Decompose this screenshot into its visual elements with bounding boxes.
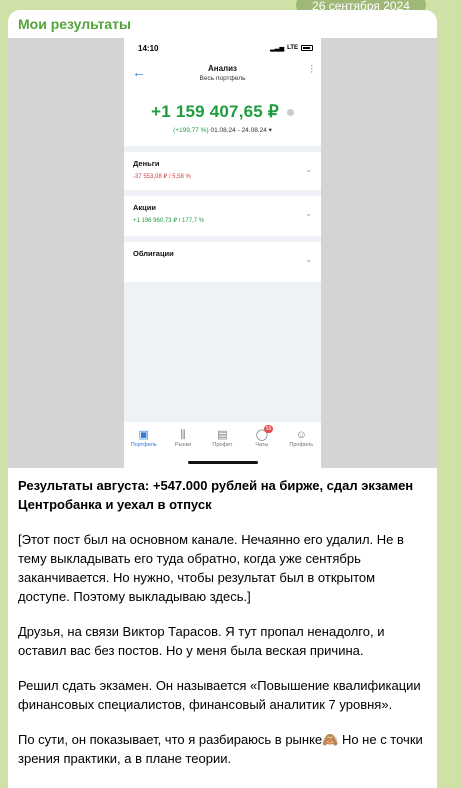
period-selector[interactable]: 01.08.24 - 24.08.24 ▾ <box>210 127 271 134</box>
post-paragraph: [Этот пост был на основном канале. Нечая… <box>18 532 404 604</box>
chevron-down-icon: ⌄ <box>305 165 312 174</box>
chevron-down-icon: ⌄ <box>305 209 312 218</box>
profile-icon: ☺ <box>295 429 307 441</box>
status-time: 14:10 <box>138 43 159 53</box>
phone-screen: 14:10 ▂▃▅ LTE ← Анализ Весь портфель ⫶ +… <box>124 38 321 468</box>
message-card: Мои результаты 14:10 ▂▃▅ LTE ← Анализ Ве… <box>8 10 437 788</box>
signal-icon: ▂▃▅ <box>270 45 285 52</box>
post-paragraph: По сути, он показывает, что я разбираюсь… <box>18 732 423 766</box>
candlestick-icon: ⫼ <box>180 429 186 441</box>
tab-portfolio[interactable]: ▣ Портфель <box>126 428 162 468</box>
total-value: +1 159 407,65 ₽ <box>151 102 279 121</box>
row-bonds[interactable]: Облигации ⌄ <box>124 242 321 282</box>
row-title: Деньги <box>133 159 160 168</box>
chat-icon: ◯ <box>255 429 269 441</box>
home-indicator <box>188 461 258 464</box>
filter-icon[interactable]: ⫶ <box>310 64 313 77</box>
row-value: +1 196 960,73 ₽ / 177,7 % <box>133 218 205 224</box>
back-arrow-icon[interactable]: ← <box>132 64 146 80</box>
row-money[interactable]: Деньги -37 553,08 ₽ / 5,58 % ⌄ <box>124 152 321 190</box>
battery-icon <box>301 45 313 51</box>
tab-bar: ▣ Портфель ⫼ Рынки ▤ Профит ◯ 55 Чаты ☺ … <box>124 422 321 468</box>
portfolio-total: +1 159 407,65 ₽ (+199,77 %) 01.08.24 - 2… <box>124 90 321 146</box>
total-percent: (+199,77 %) <box>173 127 209 134</box>
network-label: LTE <box>287 45 298 51</box>
chevron-down-icon: ⌄ <box>305 255 312 264</box>
nav-subtitle: Весь портфель <box>199 75 246 82</box>
row-title: Облигации <box>133 249 174 258</box>
post-paragraph: Решил сдать экзамен. Он называется «Повы… <box>18 678 421 712</box>
row-value: -37 553,08 ₽ / 5,58 % <box>133 174 191 180</box>
channel-name[interactable]: Мои результаты <box>18 16 131 32</box>
briefcase-icon: ▣ <box>138 429 149 441</box>
screenshot-media[interactable]: 14:10 ▂▃▅ LTE ← Анализ Весь портфель ⫶ +… <box>8 38 437 468</box>
nav-title: Анализ <box>207 64 238 73</box>
post-text: Результаты августа: +547.000 рублей на б… <box>18 476 428 784</box>
app-nav-bar: ← Анализ Весь портфель ⫶ <box>124 58 321 90</box>
tab-profile[interactable]: ☺ Профиль <box>283 428 319 468</box>
profit-icon: ▤ <box>217 429 228 441</box>
info-icon[interactable] <box>286 109 294 117</box>
status-bar: 14:10 ▂▃▅ LTE <box>124 38 321 58</box>
row-title: Акции <box>133 203 157 212</box>
post-paragraph: Друзья, на связи Виктор Тарасов. Я тут п… <box>18 624 385 658</box>
post-headline: Результаты августа: +547.000 рублей на б… <box>18 478 414 512</box>
row-stocks[interactable]: Акции +1 196 960,73 ₽ / 177,7 % ⌄ <box>124 196 321 236</box>
